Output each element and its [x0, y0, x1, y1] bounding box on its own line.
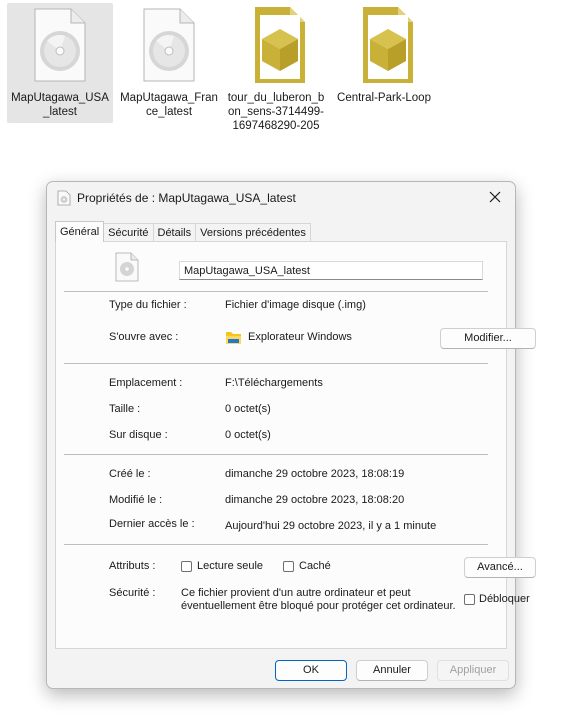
ok-button[interactable]: OK — [275, 660, 347, 681]
divider — [64, 454, 488, 455]
folder-icon — [226, 332, 241, 344]
disc-image-icon — [34, 8, 86, 82]
modify-button[interactable]: Modifier... — [440, 328, 536, 349]
security-message-line1: Ce fichier provient d'un autre ordinateu… — [181, 587, 411, 599]
disk-size-value: 0 octet(s) — [225, 429, 271, 441]
tab-security[interactable]: Sécurité — [103, 223, 154, 242]
tab-details[interactable]: Détails — [152, 223, 197, 242]
close-button[interactable] — [475, 182, 515, 212]
opens-with-value: Explorateur Windows — [248, 331, 352, 343]
location-value: F:\Téléchargements — [225, 377, 323, 389]
tab-strip: Général Sécurité Détails Versions précéd… — [55, 221, 311, 242]
disc-image-icon — [57, 190, 71, 206]
created-label: Créé le : — [109, 468, 151, 480]
attributes-label: Attributs : — [109, 560, 156, 572]
divider — [64, 544, 488, 545]
file-name-input[interactable]: MapUtagawa_USA_latest — [179, 261, 483, 280]
divider — [64, 291, 488, 292]
readonly-checkbox[interactable] — [181, 561, 192, 572]
security-label: Sécurité : — [109, 587, 156, 599]
size-label: Taille : — [109, 403, 141, 415]
size-value: 0 octet(s) — [225, 403, 271, 415]
apply-button[interactable]: Appliquer — [437, 660, 509, 681]
package-file-icon — [255, 7, 305, 83]
created-value: dimanche 29 octobre 2023, 18:08:19 — [225, 468, 405, 480]
advanced-button[interactable]: Avancé... — [464, 557, 536, 578]
general-panel: MapUtagawa_USA_latest Type du fichier : … — [55, 241, 536, 649]
dialog-title: Propriétés de : MapUtagawa_USA_latest — [77, 191, 296, 205]
unblock-label: Débloquer — [479, 593, 530, 605]
file-label: MapUtagawa_France_latest — [120, 92, 218, 118]
disc-image-icon — [143, 8, 195, 82]
hidden-checkbox[interactable] — [283, 561, 294, 572]
cancel-button[interactable]: Annuler — [356, 660, 428, 681]
package-file-icon — [363, 7, 413, 83]
modified-value: dimanche 29 octobre 2023, 18:08:20 — [225, 494, 405, 506]
security-message-line2: éventuellement être bloqué pour protéger… — [181, 600, 456, 612]
accessed-label: Dernier accès le : — [109, 518, 195, 530]
location-label: Emplacement : — [109, 377, 183, 389]
dialog-titlebar[interactable]: Propriétés de : MapUtagawa_USA_latest — [47, 182, 515, 214]
unblock-checkbox[interactable] — [464, 594, 475, 605]
properties-dialog: Propriétés de : MapUtagawa_USA_latest Gé… — [46, 181, 536, 689]
opens-with-label: S'ouvre avec : — [109, 331, 179, 343]
file-label: MapUtagawa_USA_latest — [11, 92, 109, 118]
divider — [64, 363, 488, 364]
tab-previous-versions[interactable]: Versions précédentes — [195, 223, 311, 242]
disk-size-label: Sur disque : — [109, 429, 168, 441]
file-item-mapu-france[interactable]: MapUtagawa_France_latest — [116, 3, 222, 123]
type-label: Type du fichier : — [109, 299, 187, 311]
file-item-tour-luberon[interactable]: tour_du_luberon_bon_sens-3714499-1697468… — [223, 3, 329, 137]
file-item-mapu-usa[interactable]: MapUtagawa_USA_latest — [7, 3, 113, 123]
accessed-value: Aujourd'hui 29 octobre 2023, il y a 1 mi… — [225, 520, 437, 532]
readonly-label: Lecture seule — [197, 560, 264, 572]
screen: MapUtagawa_USA_latest MapUtagawa_France_… — [0, 0, 565, 721]
modified-label: Modifié le : — [109, 494, 163, 506]
hidden-label: Caché — [299, 560, 331, 572]
disc-image-icon — [115, 252, 139, 282]
file-label: tour_du_luberon_bon_sens-3714499-1697468… — [227, 92, 325, 132]
file-item-central-park[interactable]: Central-Park-Loop — [331, 3, 437, 109]
close-icon — [489, 191, 501, 203]
type-value: Fichier d'image disque (.img) — [225, 299, 366, 311]
tab-general[interactable]: Général — [55, 221, 105, 242]
file-label: Central-Park-Loop — [337, 92, 431, 104]
